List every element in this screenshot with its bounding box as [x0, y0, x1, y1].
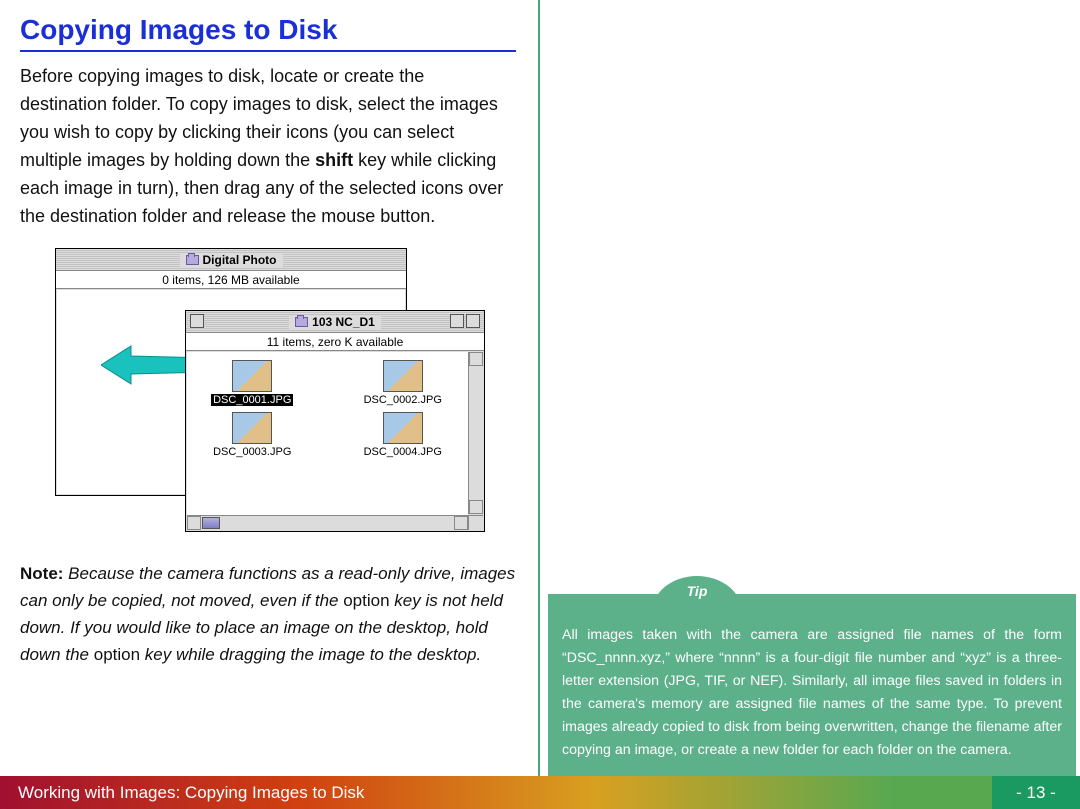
source-window: 103 NC_D1 11 items, zero K available DSC…: [185, 310, 485, 532]
option-key-label: option: [343, 591, 389, 610]
vertical-scrollbar[interactable]: [468, 352, 483, 514]
file-label: DSC_0004.JPG: [364, 446, 442, 458]
thumbnail-icon: [232, 360, 272, 392]
shift-key-label: shift: [315, 150, 353, 170]
file-label: DSC_0001.JPG: [211, 394, 293, 406]
file-item[interactable]: DSC_0003.JPG: [197, 412, 308, 458]
collapse-icon[interactable]: [466, 314, 480, 328]
thumbnail-icon: [232, 412, 272, 444]
src-window-titlebar: 103 NC_D1: [186, 311, 484, 333]
footer-breadcrumb: Working with Images: Copying Images to D…: [0, 776, 992, 809]
src-window-title: 103 NC_D1: [312, 315, 375, 329]
folder-icon: [295, 317, 308, 327]
intro-paragraph: Before copying images to disk, locate or…: [20, 62, 516, 230]
dest-window-title: Digital Photo: [203, 253, 277, 267]
drag-figure: Digital Photo 0 items, 126 MB available …: [55, 248, 497, 538]
folder-icon: [186, 255, 199, 265]
file-item[interactable]: DSC_0004.JPG: [348, 412, 459, 458]
thumbnail-icon: [383, 360, 423, 392]
thumbnail-icon: [383, 412, 423, 444]
page-footer: Working with Images: Copying Images to D…: [0, 776, 1080, 809]
page-heading: Copying Images to Disk: [20, 14, 516, 52]
note-label: Note:: [20, 564, 63, 583]
close-icon[interactable]: [190, 314, 204, 328]
option-key-label: option: [94, 645, 140, 664]
tip-tab-label: Tip: [652, 576, 742, 612]
dest-window-status: 0 items, 126 MB available: [56, 271, 406, 289]
zoom-icon[interactable]: [450, 314, 464, 328]
file-label: DSC_0002.JPG: [364, 394, 442, 406]
file-item[interactable]: DSC_0002.JPG: [348, 360, 459, 406]
horizontal-scrollbar[interactable]: [187, 515, 483, 530]
page-number: - 13 -: [992, 776, 1080, 809]
note-paragraph: Note: Because the camera functions as a …: [20, 560, 516, 668]
file-label: DSC_0003.JPG: [213, 446, 291, 458]
tip-box: Tip All images taken with the camera are…: [548, 594, 1076, 776]
resize-handle[interactable]: [468, 515, 483, 530]
tip-text: All images taken with the camera are ass…: [562, 627, 1062, 758]
file-item[interactable]: DSC_0001.JPG: [197, 360, 308, 406]
src-window-status: 11 items, zero K available: [186, 333, 484, 351]
dest-window-titlebar: Digital Photo: [56, 249, 406, 271]
note-part-c: key while dragging the image to the desk…: [140, 645, 481, 664]
